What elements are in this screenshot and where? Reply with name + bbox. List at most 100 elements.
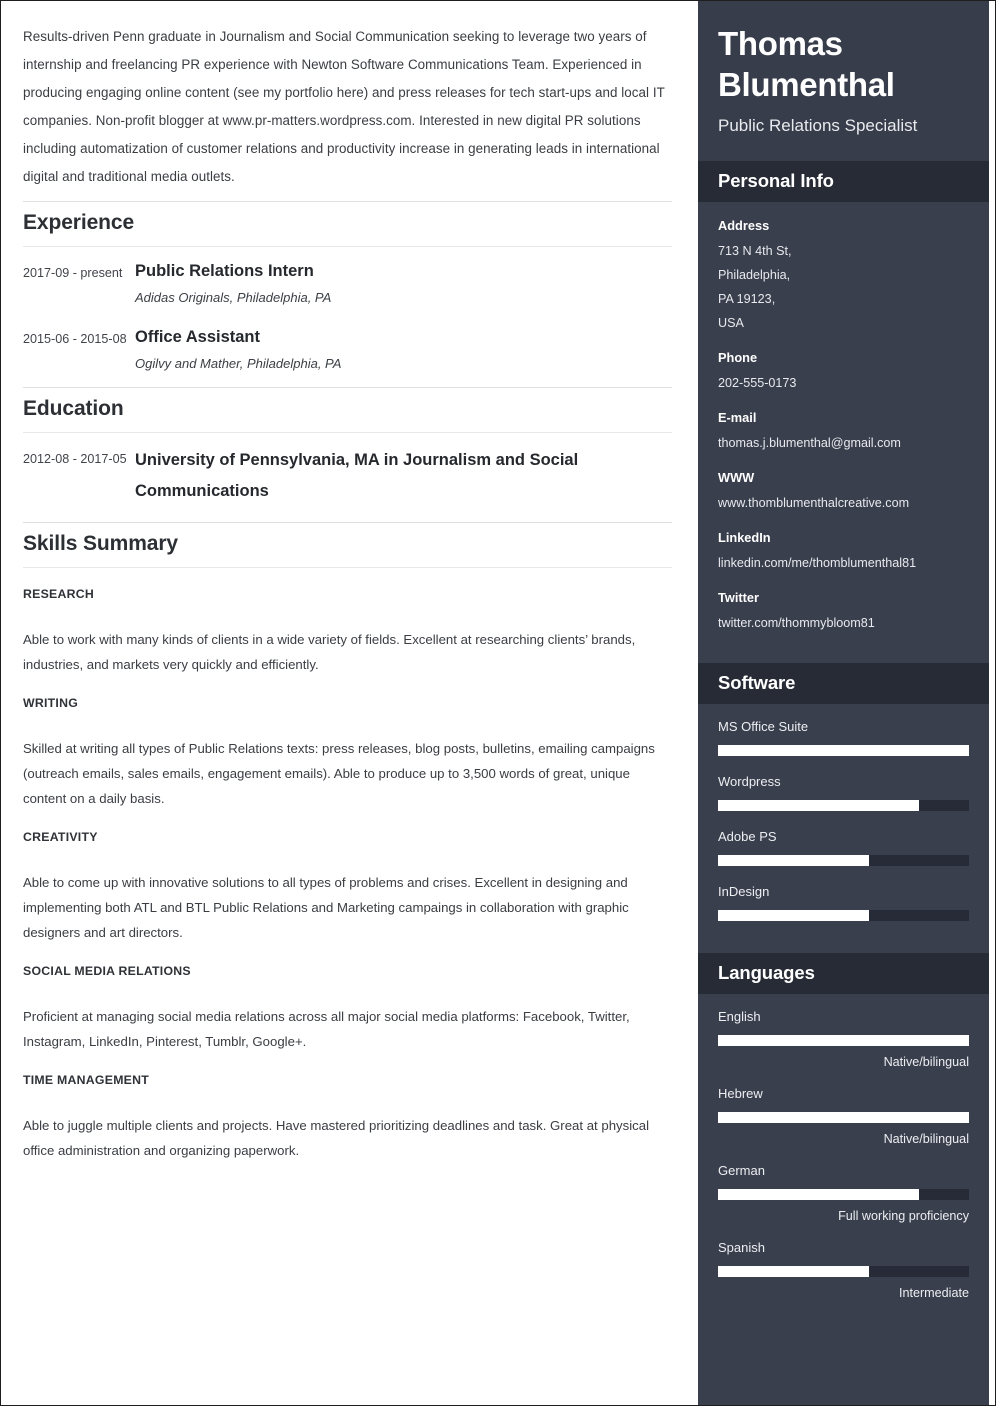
software-item: MS Office Suite <box>718 717 969 756</box>
entry-role: Office Assistant <box>135 328 261 346</box>
software-name: Adobe PS <box>718 829 777 844</box>
skill-name: RESEARCH <box>23 587 95 601</box>
entry-organization: Adidas Originals, Philadelphia, PA <box>135 290 332 305</box>
software-name: MS Office Suite <box>718 719 809 734</box>
skill-item: CREATIVITY Able to come up with innovati… <box>23 811 672 945</box>
skill-name: WRITING <box>23 696 79 710</box>
language-level-track <box>718 1112 969 1123</box>
info-label: LinkedIn <box>718 530 771 545</box>
entry-date: 2015-06 - 2015-08 <box>23 332 127 346</box>
address-line: PA 19123, <box>718 292 776 306</box>
address-line: Philadelphia, <box>718 268 791 282</box>
sidebar: Thomas Blumenthal Public Relations Speci… <box>698 1 989 1405</box>
language-level-label: Intermediate <box>898 1286 969 1300</box>
skills-section-title: Skills Summary <box>23 522 672 568</box>
info-label: E-mail <box>718 410 757 425</box>
info-item-linkedin: LinkedIn linkedin.com/me/thomblumenthal8… <box>718 527 969 575</box>
skill-description: Skilled at writing all types of Public R… <box>23 741 655 806</box>
education-entry: 2012-08 - 2017-05 University of Pennsylv… <box>23 433 672 514</box>
language-level-track <box>718 1189 969 1200</box>
info-label: Address <box>718 218 770 233</box>
entry-degree: University of Pennsylvania, MA in Journa… <box>135 451 579 500</box>
software-item: Wordpress <box>718 772 969 811</box>
software-level-track <box>718 910 969 921</box>
entry-body: Office Assistant Ogilvy and Mather, Phil… <box>135 325 672 375</box>
language-level-fill <box>718 1189 919 1200</box>
software-level-fill <box>718 745 969 756</box>
skill-description: Able to work with many kinds of clients … <box>23 632 636 672</box>
info-value[interactable]: linkedin.com/me/thomblumenthal81 <box>718 551 969 575</box>
language-level-label: Full working proficiency <box>838 1209 969 1223</box>
language-level-track <box>718 1266 969 1277</box>
info-label: Twitter <box>718 590 759 605</box>
education-section-title: Education <box>23 387 672 433</box>
info-item-email: E-mail thomas.j.blumenthal@gmail.com <box>718 407 969 455</box>
resume-page: Results-driven Penn graduate in Journali… <box>0 0 996 1406</box>
language-level-label: Native/bilingual <box>883 1055 969 1069</box>
language-name: Hebrew <box>718 1086 763 1101</box>
software-level-fill <box>718 800 919 811</box>
language-name: Spanish <box>718 1240 765 1255</box>
language-level-fill <box>718 1112 969 1123</box>
sidebar-header: Thomas Blumenthal Public Relations Speci… <box>698 1 989 161</box>
skill-item: TIME MANAGEMENT Able to juggle multiple … <box>23 1054 672 1163</box>
entry-organization: Ogilvy and Mather, Philadelphia, PA <box>135 356 342 371</box>
info-item-phone: Phone 202-555-0173 <box>718 347 969 395</box>
language-item: German Full working proficiency <box>718 1161 969 1227</box>
entry-body: University of Pennsylvania, MA in Journa… <box>135 445 672 510</box>
language-level-track <box>718 1035 969 1046</box>
software-section-title: Software <box>698 663 989 704</box>
skill-description: Able to come up with innovative solution… <box>23 875 629 940</box>
entry-body: Public Relations Intern Adidas Originals… <box>135 259 672 309</box>
candidate-job-title: Public Relations Specialist <box>718 116 918 135</box>
experience-entry: 2017-09 - present Public Relations Inter… <box>23 247 672 313</box>
language-level-fill <box>718 1035 969 1046</box>
software-item: InDesign <box>718 882 969 921</box>
software-level-fill <box>718 855 869 866</box>
professional-summary: Results-driven Penn graduate in Journali… <box>23 29 665 184</box>
skill-name: TIME MANAGEMENT <box>23 1073 150 1087</box>
personal-info-body: Address 713 N 4th St, Philadelphia, PA 1… <box>698 202 989 663</box>
address-line: USA <box>718 316 744 330</box>
languages-body: English Native/bilingual Hebrew Native/b… <box>698 994 989 1331</box>
info-value[interactable]: thomas.j.blumenthal@gmail.com <box>718 431 969 455</box>
main-column: Results-driven Penn graduate in Journali… <box>1 1 696 1405</box>
language-level-fill <box>718 1266 869 1277</box>
experience-section-title: Experience <box>23 201 672 247</box>
info-value: 713 N 4th St, Philadelphia, PA 19123, US… <box>718 239 969 335</box>
info-label: WWW <box>718 470 755 485</box>
software-level-track <box>718 855 969 866</box>
skill-name: CREATIVITY <box>23 830 98 844</box>
language-item: Hebrew Native/bilingual <box>718 1084 969 1150</box>
candidate-name: Thomas Blumenthal <box>718 25 895 103</box>
skills-section: Skills Summary RESEARCH Able to work wit… <box>23 522 672 1163</box>
info-value[interactable]: www.thomblumenthalcreative.com <box>718 491 969 515</box>
info-value[interactable]: twitter.com/thommybloom81 <box>718 611 969 635</box>
software-level-track <box>718 800 969 811</box>
skill-description: Proficient at managing social media rela… <box>23 1009 630 1049</box>
skill-item: RESEARCH Able to work with many kinds of… <box>23 568 672 677</box>
address-line: 713 N 4th St, <box>718 244 792 258</box>
language-name: German <box>718 1163 765 1178</box>
skill-description: Able to juggle multiple clients and proj… <box>23 1118 650 1158</box>
language-level-label: Native/bilingual <box>883 1132 969 1146</box>
languages-section-title: Languages <box>698 953 989 994</box>
info-item-twitter: Twitter twitter.com/thommybloom81 <box>718 587 969 635</box>
software-body: MS Office Suite Wordpress Adobe PS InDes… <box>698 704 989 953</box>
skill-item: SOCIAL MEDIA RELATIONS Proficient at man… <box>23 945 672 1054</box>
skill-item: WRITING Skilled at writing all types of … <box>23 677 672 811</box>
personal-info-section-title: Personal Info <box>698 161 989 202</box>
info-label: Phone <box>718 350 758 365</box>
software-item: Adobe PS <box>718 827 969 866</box>
software-name: InDesign <box>718 884 770 899</box>
experience-entry: 2015-06 - 2015-08 Office Assistant Ogilv… <box>23 313 672 379</box>
skill-name: SOCIAL MEDIA RELATIONS <box>23 964 191 978</box>
language-item: English Native/bilingual <box>718 1007 969 1073</box>
software-level-track <box>718 745 969 756</box>
education-section: Education 2012-08 - 2017-05 University o… <box>23 387 672 514</box>
software-level-fill <box>718 910 869 921</box>
entry-date: 2012-08 - 2017-05 <box>23 452 127 466</box>
language-name: English <box>718 1009 761 1024</box>
entry-role: Public Relations Intern <box>135 262 314 280</box>
language-item: Spanish Intermediate <box>718 1238 969 1304</box>
